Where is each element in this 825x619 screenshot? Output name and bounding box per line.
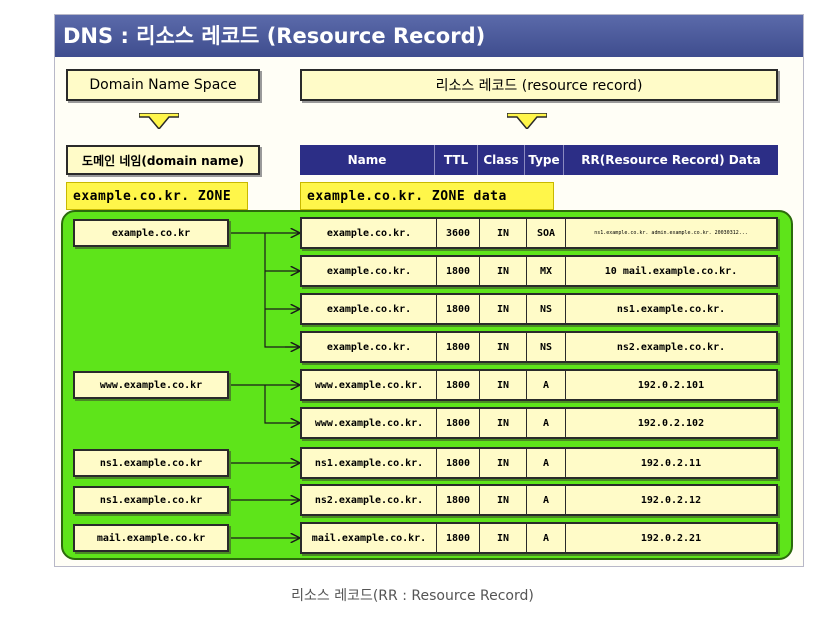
column-header-ttl: TTL	[435, 145, 478, 175]
record-data: ns2.example.co.kr.	[616, 341, 726, 353]
domain-name-label: 도메인 네임(domain name)	[66, 145, 260, 175]
record-type: A	[527, 486, 566, 514]
record-type: A	[527, 371, 566, 399]
down-arrow-icon	[139, 113, 179, 129]
record-type: A	[527, 409, 566, 437]
table-row: ns1.example.co.kr. 1800 IN A 192.0.2.11	[300, 447, 778, 479]
record-ttl: 1800	[437, 409, 480, 437]
record-ttl: 1800	[437, 449, 480, 477]
down-arrow-icon	[507, 113, 547, 129]
record-class: IN	[480, 524, 527, 552]
record-type: A	[527, 524, 566, 552]
record-class: IN	[480, 409, 527, 437]
table-row: mail.example.co.kr. 1800 IN A 192.0.2.21	[300, 522, 778, 554]
table-row: example.co.kr. 1800 IN MX 10 mail.exampl…	[300, 255, 778, 287]
table-row: www.example.co.kr. 1800 IN A 192.0.2.101	[300, 369, 778, 401]
table-header-row: Name TTL Class Type RR(Resource Record) …	[300, 145, 778, 175]
record-name: www.example.co.kr.	[302, 409, 437, 437]
domain-ns2: ns1.example.co.kr	[73, 486, 229, 514]
figure-caption: 리소스 레코드(RR : Resource Record)	[291, 588, 534, 604]
record-name: example.co.kr.	[302, 219, 437, 247]
table-row: example.co.kr. 1800 IN NS ns2.example.co…	[300, 331, 778, 363]
record-class: IN	[480, 295, 527, 323]
table-row: www.example.co.kr. 1800 IN A 192.0.2.102	[300, 407, 778, 439]
record-data: 10 mail.example.co.kr.	[604, 265, 738, 277]
record-ttl: 3600	[437, 219, 480, 247]
record-name: example.co.kr.	[302, 295, 437, 323]
column-header-type: Type	[525, 145, 564, 175]
resource-record-box: 리소스 레코드 (resource record)	[300, 69, 778, 101]
record-class: IN	[480, 257, 527, 285]
record-data: 192.0.2.101	[637, 379, 705, 391]
column-header-class: Class	[478, 145, 525, 175]
zone-data-label: example.co.kr. ZONE data	[300, 182, 554, 210]
record-data: ns1.example.co.kr.	[616, 303, 726, 315]
record-type: A	[527, 449, 566, 477]
record-class: IN	[480, 486, 527, 514]
record-type: NS	[527, 333, 566, 361]
zone-label: example.co.kr. ZONE	[66, 182, 248, 210]
column-header-rr-data: RR(Resource Record) Data	[564, 145, 778, 175]
record-name: www.example.co.kr.	[302, 371, 437, 399]
record-data: 192.0.2.12	[640, 494, 702, 506]
record-class: IN	[480, 333, 527, 361]
domain-ns1: ns1.example.co.kr	[73, 449, 229, 477]
record-data: 192.0.2.21	[640, 532, 702, 544]
record-type: SOA	[527, 219, 566, 247]
record-name: ns1.example.co.kr.	[302, 449, 437, 477]
record-data: ns1.example.co.kr. admin.example.co.kr. …	[594, 230, 748, 236]
record-name: example.co.kr.	[302, 333, 437, 361]
record-class: IN	[480, 371, 527, 399]
record-name: example.co.kr.	[302, 257, 437, 285]
domain-example: example.co.kr	[73, 219, 229, 247]
record-name: ns2.example.co.kr.	[302, 486, 437, 514]
diagram-slide: DNS : 리소스 레코드 (Resource Record) Domain N…	[54, 14, 804, 567]
table-row: example.co.kr. 1800 IN NS ns1.example.co…	[300, 293, 778, 325]
record-class: IN	[480, 219, 527, 247]
record-ttl: 1800	[437, 333, 480, 361]
record-name: mail.example.co.kr.	[302, 524, 437, 552]
table-row: example.co.kr. 3600 IN SOA ns1.example.c…	[300, 217, 778, 249]
record-ttl: 1800	[437, 524, 480, 552]
record-ttl: 1800	[437, 371, 480, 399]
domain-name-space-box: Domain Name Space	[66, 69, 260, 101]
domain-www: www.example.co.kr	[73, 371, 229, 399]
table-row: ns2.example.co.kr. 1800 IN A 192.0.2.12	[300, 484, 778, 516]
record-class: IN	[480, 449, 527, 477]
record-data: 192.0.2.11	[640, 457, 702, 469]
record-type: MX	[527, 257, 566, 285]
domain-mail: mail.example.co.kr	[73, 524, 229, 552]
record-ttl: 1800	[437, 486, 480, 514]
slide-title: DNS : 리소스 레코드 (Resource Record)	[55, 15, 803, 57]
column-header-name: Name	[300, 145, 435, 175]
record-ttl: 1800	[437, 257, 480, 285]
record-data: 192.0.2.102	[637, 417, 705, 429]
record-type: NS	[527, 295, 566, 323]
record-ttl: 1800	[437, 295, 480, 323]
